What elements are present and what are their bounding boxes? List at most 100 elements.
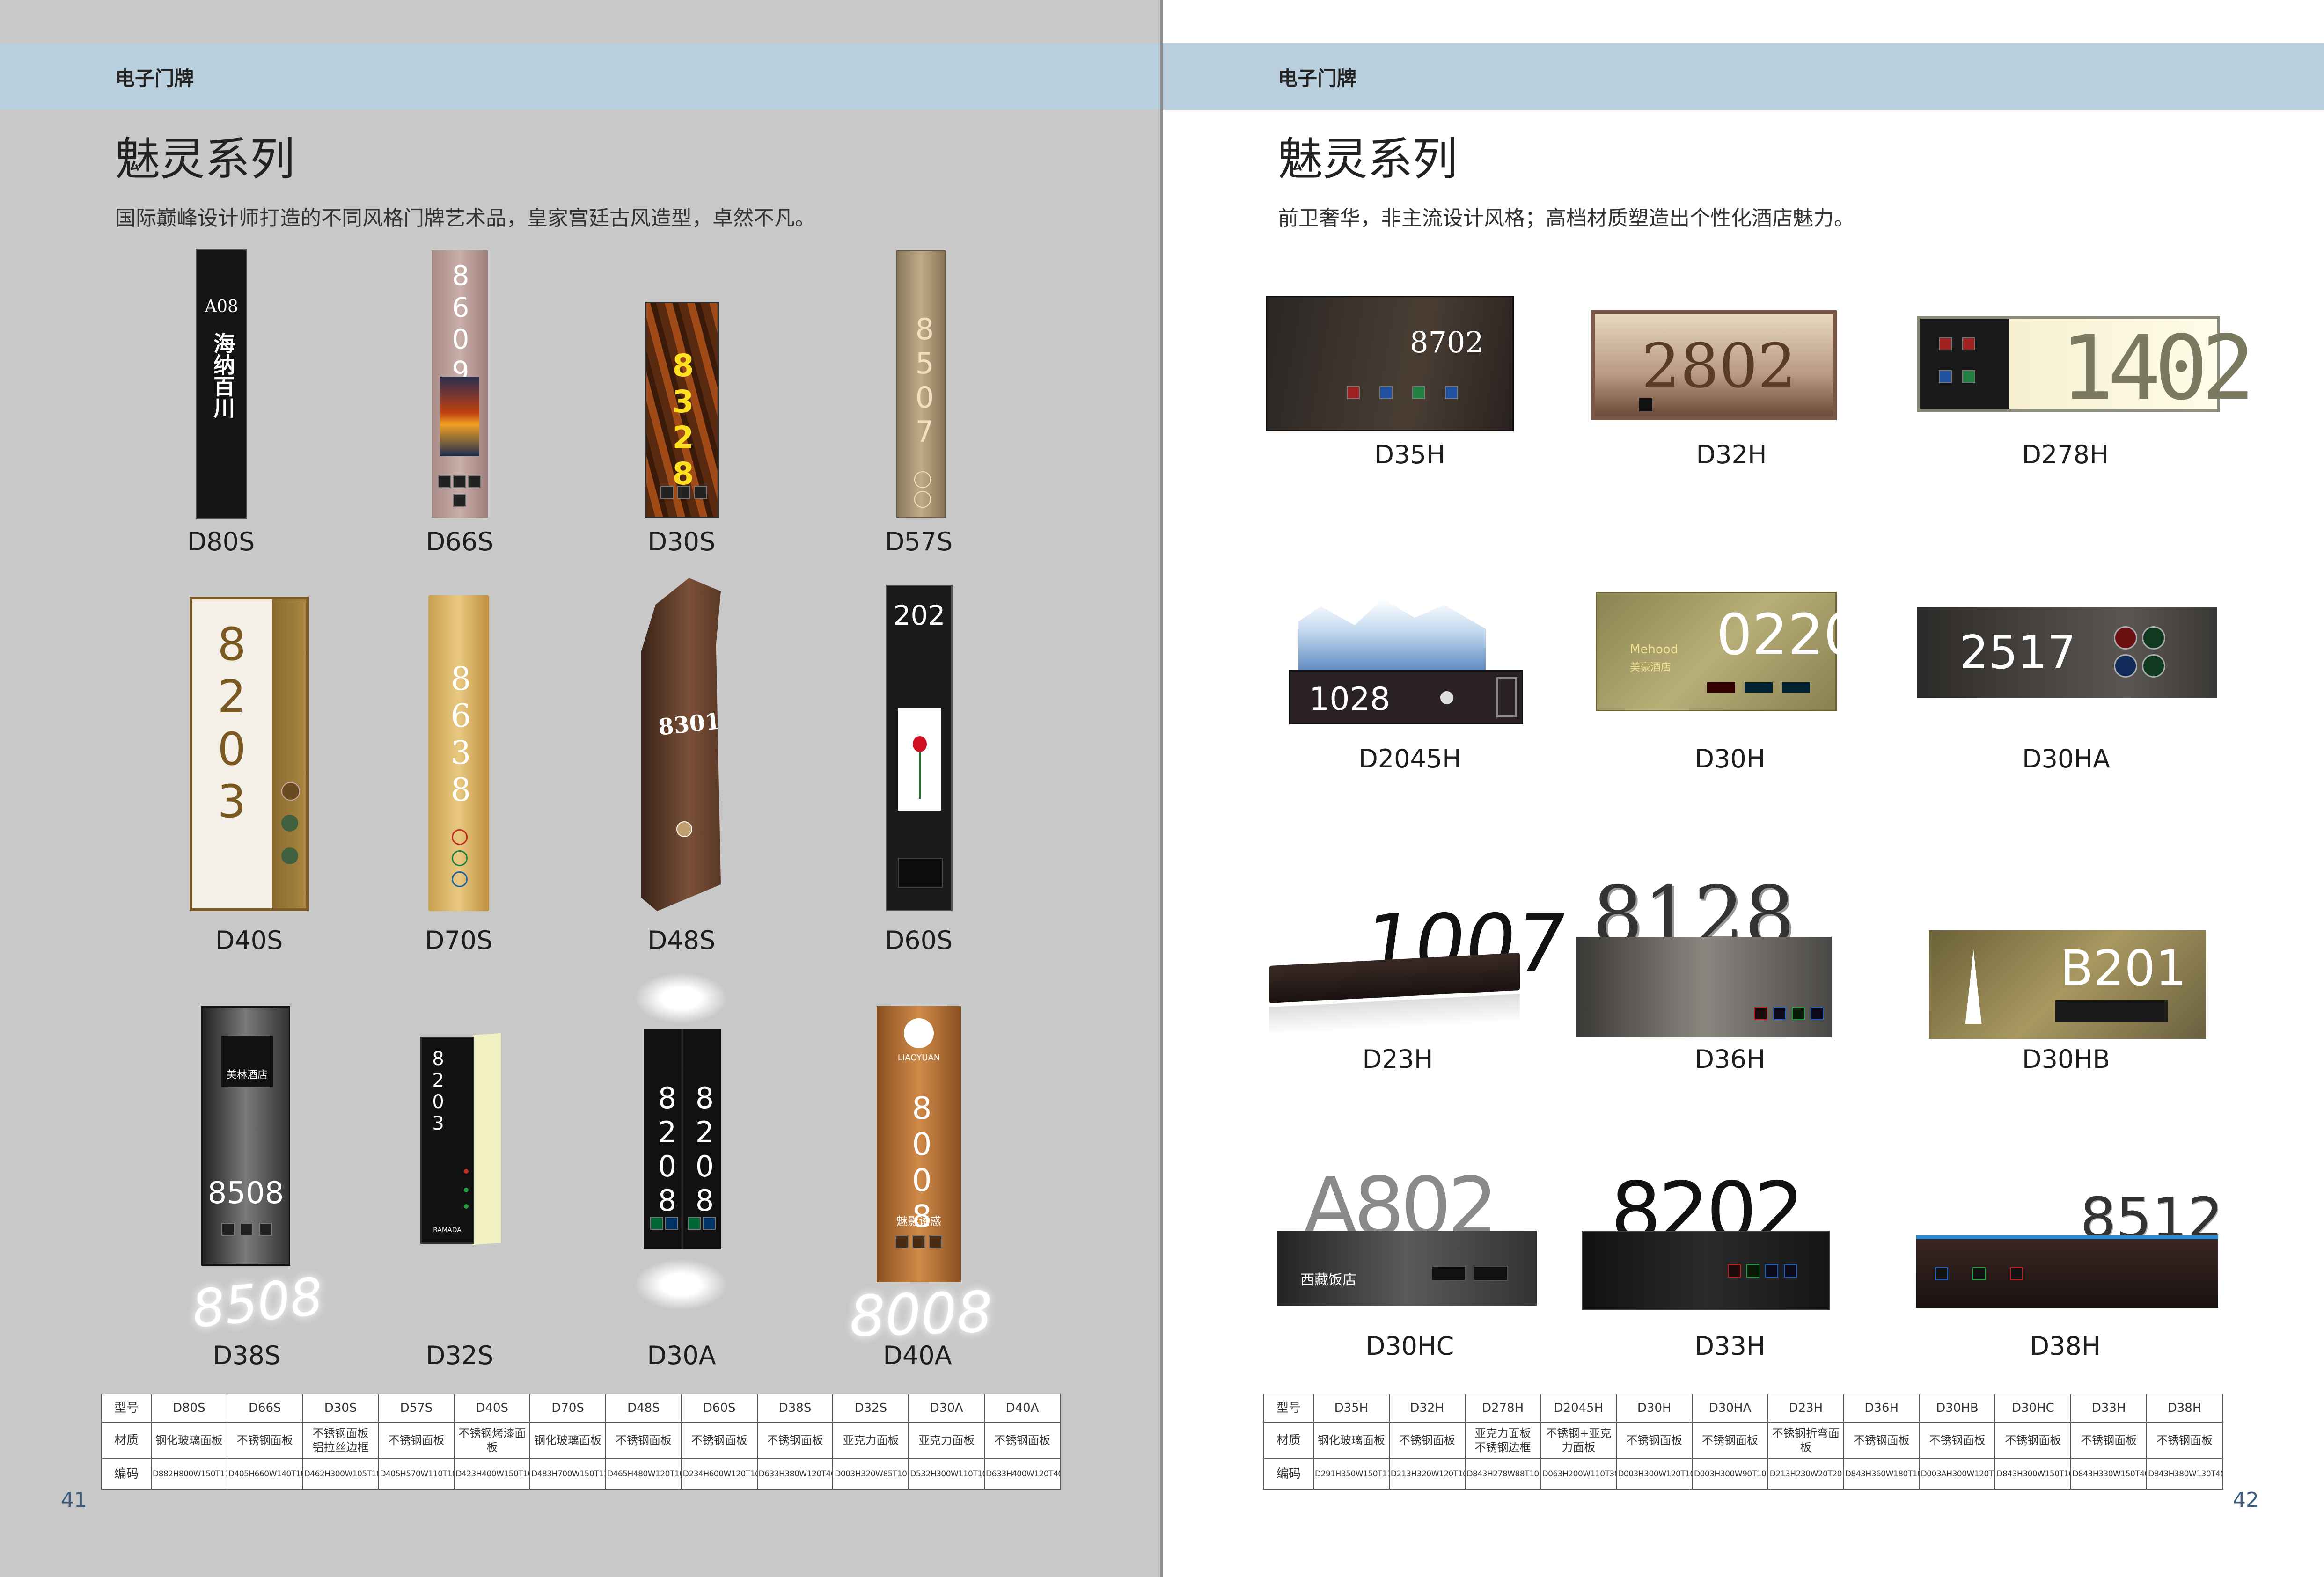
table-cell: D003H300W90T10	[1692, 1458, 1768, 1490]
table-cell: D278H	[1464, 1394, 1541, 1423]
sign-d2045h: 1028	[1289, 670, 1523, 724]
mountain-image	[1298, 599, 1486, 674]
table-row: 材质 钢化玻璃面板 不锈钢面板 亚克力面板 不锈钢边框 不锈钢+亚克 力面板 不锈钢面板不…	[1263, 1422, 2223, 1459]
row-header: 材质	[1263, 1422, 1314, 1459]
page-number: 41	[61, 1488, 87, 1512]
table-cell: 不锈钢烤漆面板	[454, 1422, 531, 1459]
table-cell: 不锈钢面板	[1919, 1422, 1996, 1459]
table-cell: D57S	[378, 1394, 455, 1423]
room-number: 0220	[1716, 603, 1860, 668]
glow-top	[634, 972, 728, 1024]
product-label: D66S	[425, 527, 494, 556]
room-number: B201	[2060, 940, 2186, 997]
section-header: 电子门牌	[1278, 67, 1357, 90]
sign-d66s: 8609	[432, 250, 488, 518]
table-cell: D843H330W150T40	[2070, 1458, 2148, 1490]
room-number: 8638	[442, 661, 479, 809]
table-row: 材质 钢化玻璃面板 不锈钢面板 不锈钢面板 铝拉丝边框 不锈钢面板 不锈钢烤漆面板 钢化玻璃…	[101, 1422, 1061, 1459]
product-label: D80S	[187, 527, 255, 556]
tree-motif	[1965, 949, 1982, 1024]
sign-d40a: LIAOYUAN 8008 魅影诱惑	[877, 1006, 961, 1282]
table-cell: D2045H	[1540, 1394, 1617, 1423]
table-cell: 不锈钢面板	[1843, 1422, 1920, 1459]
spec-table-right: 型号 D35H D32H D278H D2045H D30H D30HA D23H D36H D3…	[1263, 1394, 2223, 1490]
brand-emblem	[904, 1018, 934, 1048]
room-number: 1402	[2060, 316, 2255, 420]
product-label: D38S	[213, 1341, 281, 1370]
room-number: 8301	[657, 708, 722, 741]
table-cell: 不锈钢面板	[1388, 1422, 1466, 1459]
table-cell: D40A	[984, 1394, 1061, 1423]
product-label: D32S	[425, 1341, 494, 1370]
table-cell: 不锈钢面板	[1692, 1422, 1768, 1459]
product-label: D278H	[2022, 440, 2109, 469]
row-header: 型号	[1263, 1394, 1314, 1423]
product-label: D35H	[1374, 440, 1445, 469]
sign-d30s: 8328	[645, 302, 719, 518]
table-cell: 不锈钢面板	[378, 1422, 455, 1459]
table-cell: D60S	[681, 1394, 758, 1423]
table-cell: 不锈钢折弯面板	[1767, 1422, 1844, 1459]
table-cell: D213H230W20T20	[1767, 1458, 1844, 1490]
table-cell: D70S	[529, 1394, 606, 1423]
sign-d30ha: 2517	[1917, 607, 2217, 698]
table-cell: 钢化玻璃面板	[1313, 1422, 1390, 1459]
product-label: D33H	[1694, 1331, 1766, 1361]
table-cell: D48S	[605, 1394, 682, 1423]
row-header: 编码	[101, 1458, 152, 1490]
table-cell: D36H	[1843, 1394, 1920, 1423]
product-label: D48S	[647, 926, 716, 955]
table-cell: D32H	[1388, 1394, 1466, 1423]
table-cell: D843H360W180T10	[1843, 1458, 1920, 1490]
table-cell: 不锈钢面板	[681, 1422, 758, 1459]
product-label: D30A	[647, 1341, 716, 1370]
room-number: 2802	[1642, 330, 1796, 402]
glow-bottom	[634, 1259, 728, 1310]
table-cell: 钢化玻璃面板	[151, 1422, 227, 1459]
glow-number: 8508	[189, 1266, 326, 1340]
spec-table-left: 型号 D80S D66S D30S D57S D40S D70S D48S D60S D38S D3…	[101, 1394, 1061, 1490]
table-cell: 不锈钢面板	[2070, 1422, 2148, 1459]
table-cell: D063H200W110T30	[1540, 1458, 1617, 1490]
table-cell: D32S	[832, 1394, 909, 1423]
row-header: 编码	[1263, 1458, 1314, 1490]
table-cell: D465H480W120T10	[605, 1458, 682, 1490]
header-band: 电子门牌	[0, 43, 1160, 110]
row-header: 材质	[101, 1422, 152, 1459]
table-cell: D23H	[1767, 1394, 1844, 1423]
table-cell: D38H	[2146, 1394, 2223, 1423]
sign-d40s: 8203	[190, 597, 309, 911]
table-row: 型号 D80S D66S D30S D57S D40S D70S D48S D60S D38S D3…	[101, 1394, 1061, 1423]
sign-side-panel	[473, 1033, 501, 1245]
table-cell: 不锈钢+亚克 力面板	[1540, 1422, 1617, 1459]
series-title: 魅灵系列	[115, 133, 295, 185]
table-cell: D462H300W105T10	[302, 1458, 379, 1490]
sign-d35h: 8702	[1266, 296, 1514, 431]
table-cell: 不锈钢面板 铝拉丝边框	[302, 1422, 379, 1459]
table-cell: 不锈钢面板	[2146, 1422, 2223, 1459]
series-title: 魅灵系列	[1278, 133, 1458, 185]
table-cell: 不锈钢面板	[226, 1422, 303, 1459]
brand-logo: 西藏饭店	[1300, 1272, 1356, 1288]
product-label: D2045H	[1358, 744, 1461, 774]
table-cell: D30A	[908, 1394, 985, 1423]
table-cell: D30HB	[1919, 1394, 1996, 1423]
sign-d32h: 2802	[1591, 310, 1837, 420]
sign-d48s: 8301	[641, 578, 721, 911]
table-cell: 亚克力面板 不锈钢边框	[1464, 1422, 1541, 1459]
sunset-image	[440, 377, 479, 456]
table-cell: D003H320W85T10	[832, 1458, 909, 1490]
room-number: 2517	[1959, 626, 2076, 679]
table-cell: 不锈钢面板	[605, 1422, 682, 1459]
series-subtitle: 国际巅峰设计师打造的不同风格门牌艺术品，皇家宫廷古风造型，卓然不凡。	[115, 206, 815, 230]
table-cell: 亚克力面板	[908, 1422, 985, 1459]
sign-d30hb: B201	[1929, 930, 2206, 1039]
series-subtitle: 前卫奢华，非主流设计风格；高档材质塑造出个性化酒店魅力。	[1278, 206, 1855, 230]
table-row: 编码 D882H800W150T11 D405H660W140T10 D462H300…	[101, 1458, 1061, 1490]
table-cell: 不锈钢面板	[756, 1422, 834, 1459]
table-cell: D633H400W120T40	[984, 1458, 1061, 1490]
table-cell: D213H320W120T10	[1388, 1458, 1466, 1490]
table-cell: D30HC	[1994, 1394, 2072, 1423]
table-cell: D30S	[302, 1394, 379, 1423]
sign-d30a: 8208 8208	[644, 1029, 722, 1249]
